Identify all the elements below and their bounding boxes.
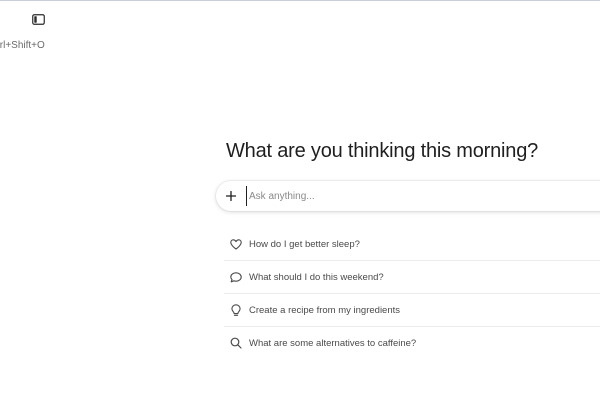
sidebar-toggle-button[interactable] [30,11,46,27]
suggestion-label: How do I get better sleep? [249,238,360,250]
suggestion-list: How do I get better sleep? What should I… [224,228,600,359]
suggestion-label: What should I do this weekend? [249,271,384,283]
suggestion-label: Create a recipe from my ingredients [249,304,401,316]
ask-input[interactable] [246,186,579,206]
app-window: trl+Shift+O What are you thinking this m… [0,0,600,420]
suggestion-item[interactable]: What are some alternatives to caffeine? [224,327,600,359]
shortcut-hint: trl+Shift+O [0,40,45,51]
add-attachment-button[interactable] [219,184,243,208]
search-icon [226,333,246,353]
top-border [0,0,600,1]
chat-bubble-icon [226,267,246,287]
lightbulb-icon [226,300,246,320]
suggestion-item[interactable]: Create a recipe from my ingredients [224,294,600,327]
suggestion-item[interactable]: How do I get better sleep? [224,228,600,261]
composer [216,181,600,211]
suggestion-label: What are some alternatives to caffeine? [249,337,417,349]
plus-icon [226,191,236,201]
sidebar-panel-icon [31,13,45,25]
heart-icon [226,234,246,254]
suggestion-item[interactable]: What should I do this weekend? [224,261,600,294]
page-title: What are you thinking this morning? [226,140,539,162]
